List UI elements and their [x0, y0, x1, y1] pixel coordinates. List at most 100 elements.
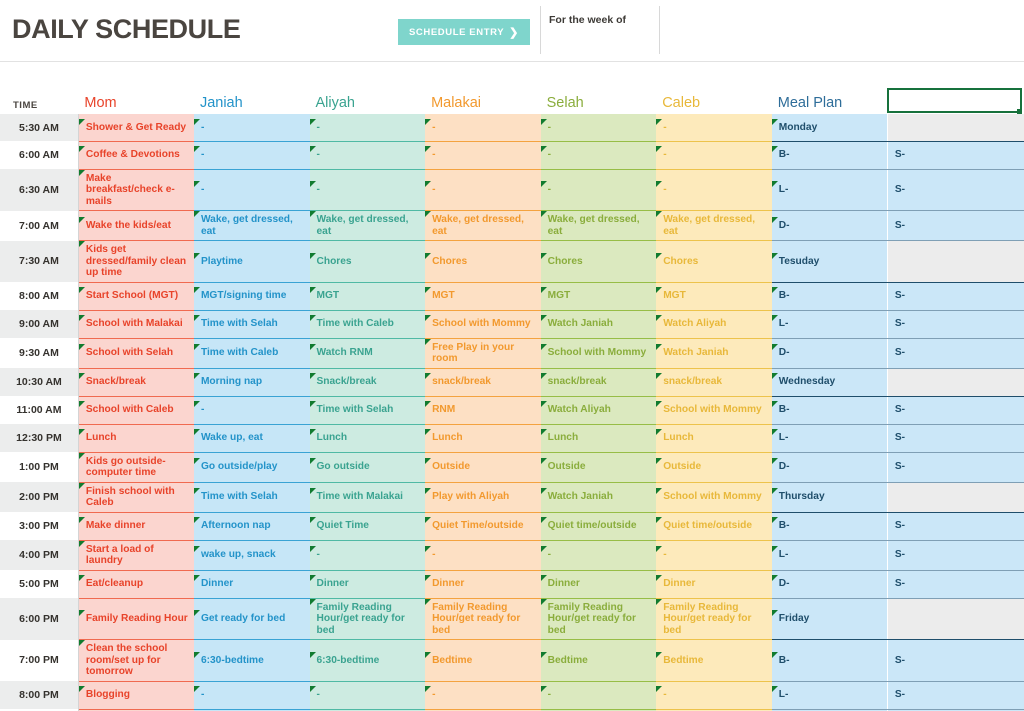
schedule-cell-selah[interactable]: Lunch [540, 424, 657, 453]
schedule-cell-aliyah[interactable]: 6:30-bedtime [309, 639, 426, 682]
schedule-cell-caleb[interactable]: - [656, 169, 772, 211]
schedule-cell-malakai[interactable]: Quiet Time/outside [425, 512, 541, 541]
snack-cell[interactable]: S- [887, 169, 1024, 211]
schedule-cell-caleb[interactable]: Chores [656, 240, 772, 283]
schedule-cell-janiah[interactable]: Wake, get dressed, eat [193, 210, 310, 241]
schedule-cell-janiah[interactable]: 6:30-bedtime [193, 639, 310, 682]
snack-cell[interactable] [887, 114, 1024, 142]
snack-cell[interactable]: S- [887, 141, 1024, 170]
schedule-cell-aliyah[interactable]: Chores [309, 240, 426, 283]
schedule-cell-mom[interactable]: Coffee & Devotions [78, 141, 194, 170]
meal-plan-cell[interactable]: L- [771, 424, 888, 453]
schedule-cell-mom[interactable]: School with Caleb [78, 396, 194, 425]
schedule-cell-janiah[interactable]: Playtime [193, 240, 310, 283]
schedule-cell-selah[interactable]: Watch Aliyah [540, 396, 657, 425]
snack-cell[interactable]: S- [887, 396, 1024, 425]
schedule-cell-janiah[interactable]: Get ready for bed [193, 598, 310, 640]
schedule-cell-selah[interactable]: MGT [540, 282, 657, 311]
snack-cell[interactable]: S- [887, 452, 1024, 483]
schedule-cell-caleb[interactable]: Dinner [656, 570, 772, 599]
schedule-cell-selah[interactable]: Watch Janiah [540, 482, 657, 513]
schedule-cell-mom[interactable]: Blogging [78, 681, 194, 710]
schedule-cell-aliyah[interactable]: - [309, 114, 426, 142]
schedule-cell-janiah[interactable]: Wake up, eat [193, 424, 310, 453]
schedule-cell-caleb[interactable]: Family Reading Hour/get ready for bed [656, 598, 772, 640]
meal-plan-cell[interactable]: D- [771, 570, 888, 599]
schedule-cell-mom[interactable]: Family Reading Hour [78, 598, 194, 640]
schedule-cell-malakai[interactable]: - [425, 114, 541, 142]
schedule-cell-aliyah[interactable]: Time with Malakai [309, 482, 426, 513]
meal-plan-cell[interactable]: B- [771, 396, 888, 425]
schedule-cell-janiah[interactable]: Morning nap [193, 368, 310, 397]
schedule-cell-aliyah[interactable]: - [309, 169, 426, 211]
schedule-cell-mom[interactable]: Kids get dressed/family clean up time [78, 240, 194, 283]
snack-cell[interactable] [887, 598, 1024, 640]
schedule-cell-selah[interactable]: - [540, 114, 657, 142]
schedule-cell-selah[interactable]: Dinner [540, 570, 657, 599]
schedule-cell-janiah[interactable]: - [193, 141, 310, 170]
snack-cell[interactable] [887, 368, 1024, 397]
schedule-cell-malakai[interactable]: Free Play in your room [425, 338, 541, 369]
schedule-cell-mom[interactable]: School with Selah [78, 338, 194, 369]
schedule-cell-aliyah[interactable]: Time with Selah [309, 396, 426, 425]
schedule-cell-aliyah[interactable]: Snack/break [309, 368, 426, 397]
schedule-cell-caleb[interactable]: School with Mommy [656, 482, 772, 513]
schedule-cell-aliyah[interactable]: Quiet Time [309, 512, 426, 541]
schedule-cell-selah[interactable]: Bedtime [540, 639, 657, 682]
schedule-cell-mom[interactable]: Shower & Get Ready [78, 114, 194, 142]
snack-cell[interactable]: S- [887, 639, 1024, 682]
schedule-cell-janiah[interactable]: Time with Caleb [193, 338, 310, 369]
schedule-entry-button[interactable]: SCHEDULE ENTRY ❯ [398, 19, 530, 45]
schedule-cell-selah[interactable]: Watch Janiah [540, 310, 657, 339]
schedule-cell-malakai[interactable]: Dinner [425, 570, 541, 599]
schedule-cell-janiah[interactable]: Time with Selah [193, 482, 310, 513]
schedule-cell-janiah[interactable]: - [193, 396, 310, 425]
snack-cell[interactable]: S- [887, 540, 1024, 571]
schedule-cell-aliyah[interactable]: Time with Caleb [309, 310, 426, 339]
schedule-cell-aliyah[interactable]: - [309, 141, 426, 170]
schedule-cell-aliyah[interactable]: Dinner [309, 570, 426, 599]
schedule-cell-caleb[interactable]: - [656, 114, 772, 142]
schedule-cell-janiah[interactable]: - [193, 114, 310, 142]
schedule-cell-selah[interactable]: Chores [540, 240, 657, 283]
schedule-cell-mom[interactable]: Kids go outside-computer time [78, 452, 194, 483]
meal-plan-cell[interactable]: D- [771, 452, 888, 483]
schedule-cell-caleb[interactable]: snack/break [656, 368, 772, 397]
schedule-cell-mom[interactable]: Start a load of laundry [78, 540, 194, 571]
schedule-cell-malakai[interactable]: - [425, 169, 541, 211]
schedule-cell-mom[interactable]: Start School (MGT) [78, 282, 194, 311]
schedule-cell-malakai[interactable]: School with Mommy [425, 310, 541, 339]
schedule-cell-janiah[interactable]: wake up, snack [193, 540, 310, 571]
meal-plan-cell[interactable]: B- [771, 639, 888, 682]
schedule-cell-aliyah[interactable]: Watch RNM [309, 338, 426, 369]
schedule-cell-mom[interactable]: Clean the school room/set up for tomorro… [78, 639, 194, 682]
schedule-cell-selah[interactable]: Wake, get dressed, eat [540, 210, 657, 241]
schedule-cell-caleb[interactable]: Watch Aliyah [656, 310, 772, 339]
schedule-cell-aliyah[interactable]: - [309, 540, 426, 571]
schedule-cell-mom[interactable]: Make dinner [78, 512, 194, 541]
snack-cell[interactable]: S- [887, 512, 1024, 541]
snack-cell[interactable]: S- [887, 310, 1024, 339]
meal-plan-cell[interactable]: Wednesday [771, 368, 888, 397]
schedule-cell-janiah[interactable]: Time with Selah [193, 310, 310, 339]
schedule-cell-selah[interactable]: - [540, 681, 657, 710]
schedule-cell-caleb[interactable]: - [656, 141, 772, 170]
schedule-cell-caleb[interactable]: Watch Janiah [656, 338, 772, 369]
schedule-cell-caleb[interactable]: - [656, 540, 772, 571]
meal-plan-cell[interactable]: L- [771, 681, 888, 710]
schedule-cell-selah[interactable]: School with Mommy [540, 338, 657, 369]
schedule-cell-janiah[interactable]: MGT/signing time [193, 282, 310, 311]
schedule-cell-janiah[interactable]: - [193, 169, 310, 211]
schedule-cell-aliyah[interactable]: - [309, 681, 426, 710]
meal-plan-cell[interactable]: L- [771, 310, 888, 339]
schedule-cell-aliyah[interactable]: Lunch [309, 424, 426, 453]
schedule-cell-malakai[interactable]: Wake, get dressed, eat [425, 210, 541, 241]
schedule-cell-mom[interactable]: Wake the kids/eat [78, 210, 194, 241]
meal-plan-cell[interactable]: B- [771, 512, 888, 541]
schedule-cell-aliyah[interactable]: Wake, get dressed, eat [309, 210, 426, 241]
schedule-cell-selah[interactable]: - [540, 141, 657, 170]
schedule-cell-caleb[interactable]: Wake, get dressed, eat [656, 210, 772, 241]
schedule-cell-aliyah[interactable]: MGT [309, 282, 426, 311]
schedule-cell-malakai[interactable]: - [425, 540, 541, 571]
snack-cell[interactable]: S- [887, 210, 1024, 241]
